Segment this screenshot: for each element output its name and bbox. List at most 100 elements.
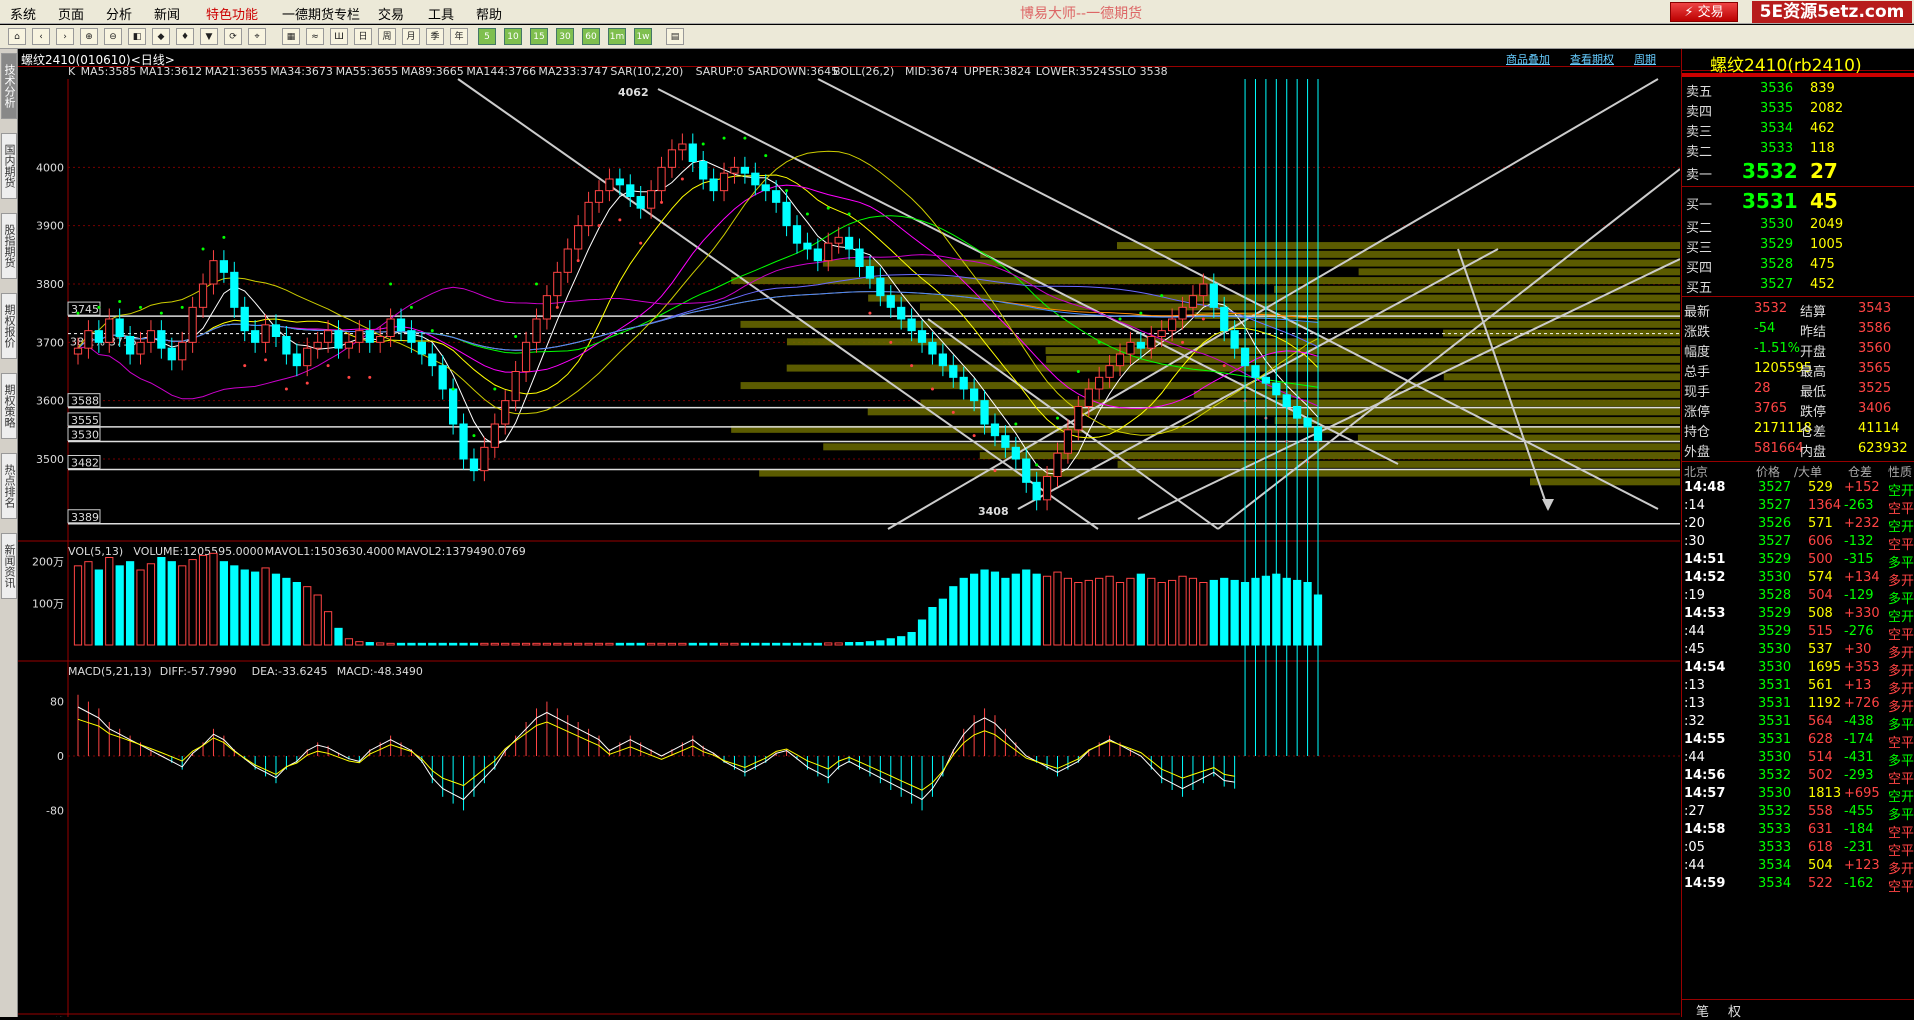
toolbar-icon-12-icon[interactable]: ≈ (306, 28, 324, 45)
volume-bar (178, 565, 187, 646)
toolbar-icon-2-icon[interactable]: › (56, 28, 74, 45)
layout-icon[interactable]: ▤ (666, 28, 684, 45)
period-button-30[interactable]: 30 (556, 28, 574, 45)
volume-bar (907, 632, 916, 646)
period-button-1m[interactable]: 1m (608, 28, 626, 45)
price-axis-label: 3500 (36, 453, 64, 466)
link-overlay[interactable]: 商品叠加 (1506, 51, 1550, 67)
stat-row: 现手 28 最低 3525 (1684, 381, 1892, 400)
candle-body (449, 388, 458, 425)
toolbar-icon-9-icon[interactable]: ⟳ (224, 28, 242, 45)
tick-header: 北京 价格/大单 仓差 性质 (1682, 461, 1914, 479)
candle-body (219, 260, 228, 273)
link-period[interactable]: 周期 (1634, 51, 1656, 67)
sar-dot (1160, 294, 1164, 298)
period-button-15[interactable]: 15 (530, 28, 548, 45)
candle-body (938, 353, 947, 367)
candle-body (521, 341, 531, 373)
volume-bar (1022, 569, 1031, 646)
left-tab-3[interactable]: 期权报价 (1, 293, 17, 359)
period-button-10[interactable]: 10 (504, 28, 522, 45)
indicator-mid: MID:3674 (905, 67, 958, 78)
toolbar-icon-5-icon[interactable]: ◧ (128, 28, 146, 45)
menu-tools[interactable]: 工具 (428, 4, 454, 23)
period-button-1w[interactable]: 1w (634, 28, 652, 45)
menu-system[interactable]: 系统 (10, 4, 36, 23)
tick-row: :14 3527 1364 -263 空平 (1684, 498, 1914, 517)
candle-body (855, 248, 864, 267)
toolbar-icon-13-icon[interactable]: Ш (330, 28, 348, 45)
menu-news[interactable]: 新闻 (154, 4, 180, 23)
sar-dot (97, 305, 101, 309)
candle-body (740, 166, 750, 174)
volume-bar (688, 642, 697, 646)
volume-bar (970, 573, 979, 646)
left-tab-4[interactable]: 期权策略 (1, 373, 17, 439)
toolbar-icon-4-icon[interactable]: ⊖ (104, 28, 122, 45)
toolbar-icon-10-icon[interactable]: ⌖ (248, 28, 266, 45)
menu-special[interactable]: 特色功能 (206, 4, 258, 23)
link-options[interactable]: 查看期权 (1570, 51, 1614, 67)
candle-body (532, 318, 541, 343)
period-button-5[interactable]: 5 (478, 28, 496, 45)
sar-dot (326, 364, 330, 368)
chart-header: 螺纹2410(010610)<日线> 商品叠加 查看期权 周期 (18, 49, 1680, 67)
sar-dot (785, 189, 789, 193)
candle-body (365, 330, 374, 343)
macd-dea-line (77, 718, 1235, 791)
candle-body (574, 225, 583, 250)
period-button-60[interactable]: 60 (582, 28, 600, 45)
sar-dot (826, 206, 830, 210)
menu-analysis[interactable]: 分析 (106, 4, 132, 23)
candle-body (949, 365, 958, 378)
menu-bar: 系统 页面 分析 新闻 特色功能 一德期货专栏 交易 工具 帮助 博易大师--一… (0, 0, 1914, 24)
toolbar-icon-15-icon[interactable]: 周 (378, 28, 396, 45)
toolbar-icon-14-icon[interactable]: 日 (354, 28, 372, 45)
left-tab-0[interactable]: 技术分析 (1, 53, 17, 119)
volume-bar (480, 642, 489, 646)
toolbar-icon-3-icon[interactable]: ⊕ (80, 28, 98, 45)
candle-body (657, 166, 666, 192)
sar-dot (180, 305, 184, 309)
toolbar-icon-8-icon[interactable]: ▼ (200, 28, 218, 45)
price-chart[interactable]: 4000 3900 3800 3700 3600 3500 3745 3588 3555 3530… (18, 67, 1680, 1017)
toolbar-icon-1-icon[interactable]: ‹ (32, 28, 50, 45)
sar-dot (910, 364, 914, 368)
volume-bar (146, 563, 156, 646)
toolbar-icon-17-icon[interactable]: 季 (426, 28, 444, 45)
candle-body (1095, 376, 1104, 390)
menu-page[interactable]: 页面 (58, 4, 84, 23)
menu-help[interactable]: 帮助 (476, 4, 502, 23)
sar-dot (1097, 340, 1101, 344)
bid-row: 买一 3531 45 (1686, 189, 1838, 213)
quote-bottom-tabs[interactable]: 笔权 (1682, 999, 1914, 1020)
toolbar-icon-6-icon[interactable]: ◆ (152, 28, 170, 45)
candle-body (344, 341, 354, 349)
volume-bar (980, 569, 989, 646)
candle-body (1084, 388, 1093, 407)
left-tab-5[interactable]: 热点排名 (1, 453, 17, 519)
volume-bar (1084, 579, 1093, 646)
sar-dot (1035, 463, 1039, 467)
left-tab-2[interactable]: 股指期货 (1, 213, 17, 279)
candle-body (480, 446, 489, 472)
left-tab-6[interactable]: 新闻资讯 (1, 533, 17, 599)
volume-bar (105, 557, 114, 646)
left-tab-1[interactable]: 国内期货 (1, 133, 17, 199)
candle-body (125, 336, 135, 355)
ask-row: 卖一 3532 27 (1686, 159, 1838, 183)
toolbar-icon-11-icon[interactable]: ▦ (282, 28, 300, 45)
toolbar-icon-18-icon[interactable]: 年 (450, 28, 468, 45)
trade-button[interactable]: ⚡ 交易 (1670, 2, 1738, 22)
volume-bar (1011, 573, 1020, 646)
sar-dot (284, 387, 288, 391)
sar-dot (222, 235, 226, 239)
tick-row: 14:58 3533 631 -184 空平 (1684, 822, 1914, 841)
toolbar-icon-0-icon[interactable]: ⌂ (8, 28, 26, 45)
toolbar-icon-7-icon[interactable]: ♦ (176, 28, 194, 45)
menu-yide-column[interactable]: 一德期货专栏 (282, 4, 360, 23)
tick-row: 14:59 3534 522 -162 空平 (1684, 876, 1914, 895)
candle-body (146, 330, 156, 343)
toolbar-icon-16-icon[interactable]: 月 (402, 28, 420, 45)
menu-trade[interactable]: 交易 (378, 4, 404, 23)
